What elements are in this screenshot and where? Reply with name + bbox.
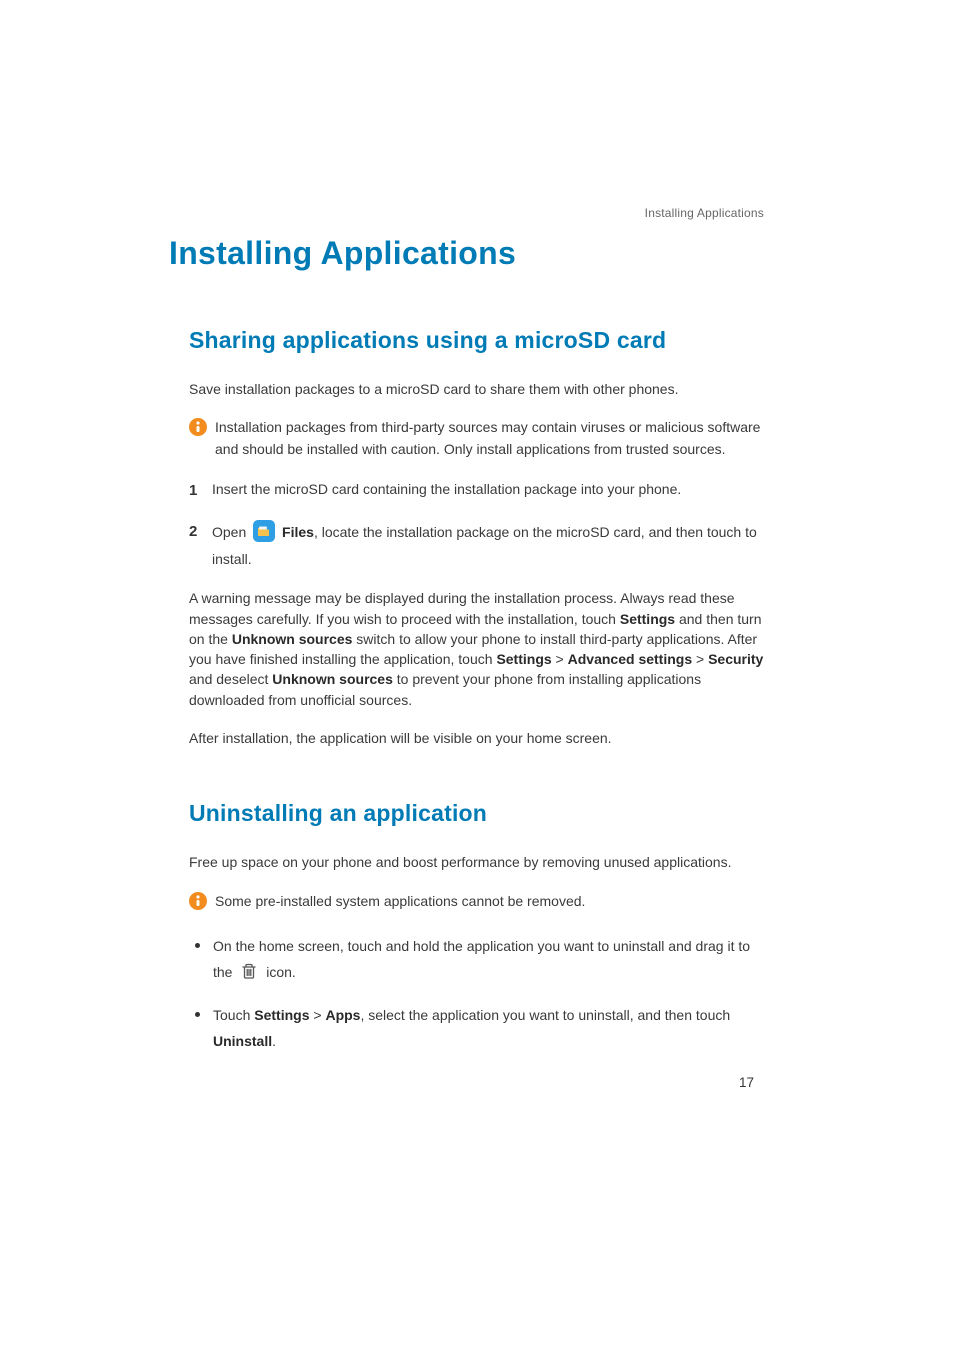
intro-text-2: Free up space on your phone and boost pe…	[189, 852, 767, 872]
bold-security: Security	[708, 651, 763, 667]
warn-text: and deselect	[189, 671, 272, 687]
breadcrumb-sep: >	[309, 1007, 325, 1023]
bullet-2-pre: Touch	[213, 1007, 254, 1023]
bullet-2: Touch Settings > Apps, select the applic…	[189, 1002, 767, 1055]
bold-unknown-sources: Unknown sources	[232, 631, 353, 647]
bold-settings: Settings	[254, 1007, 309, 1023]
step-2: 2 Open Files, locate the installation pa…	[189, 520, 767, 570]
info-text-2: Some pre-installed system applications c…	[215, 891, 585, 913]
bold-unknown-sources: Unknown sources	[272, 671, 393, 687]
bold-settings: Settings	[620, 611, 675, 627]
bullet-2-mid: , select the application you want to uni…	[360, 1007, 730, 1023]
info-icon	[189, 418, 207, 441]
files-app-icon	[253, 520, 275, 549]
section-heading-sharing: Sharing applications using a microSD car…	[189, 327, 767, 354]
step-1-text: Insert the microSD card containing the i…	[212, 479, 767, 501]
bullet-list: On the home screen, touch and hold the a…	[189, 933, 767, 1055]
step-number: 2	[189, 520, 201, 543]
page-number: 17	[739, 1075, 754, 1090]
page-title: Installing Applications	[169, 235, 767, 272]
steps-list: 1 Insert the microSD card containing the…	[189, 479, 767, 571]
step-2-pre: Open	[212, 524, 250, 540]
bullet-2-end: .	[272, 1033, 276, 1049]
step-1: 1 Insert the microSD card containing the…	[189, 479, 767, 502]
files-label: Files	[282, 524, 314, 540]
section-heading-uninstalling: Uninstalling an application	[189, 800, 767, 827]
info-text: Installation packages from third-party s…	[215, 417, 767, 460]
bullet-1-post: icon.	[266, 964, 296, 980]
bold-advanced-settings: Advanced settings	[568, 651, 692, 667]
warning-paragraph: A warning message may be displayed durin…	[189, 588, 767, 710]
page-content: Installing Applications Sharing applicat…	[189, 200, 767, 1067]
breadcrumb-sep: >	[692, 651, 708, 667]
step-2-text: Open Files, locate the installation pack…	[212, 520, 767, 570]
trash-icon	[239, 961, 259, 990]
breadcrumb-sep: >	[552, 651, 568, 667]
bold-uninstall: Uninstall	[213, 1033, 272, 1049]
step-number: 1	[189, 479, 201, 502]
bold-apps: Apps	[325, 1007, 360, 1023]
info-callout-2: Some pre-installed system applications c…	[189, 891, 767, 915]
intro-text: Save installation packages to a microSD …	[189, 379, 767, 399]
after-install-text: After installation, the application will…	[189, 728, 767, 748]
bold-settings: Settings	[496, 651, 551, 667]
bullet-1: On the home screen, touch and hold the a…	[189, 933, 767, 990]
info-icon	[189, 892, 207, 915]
info-callout: Installation packages from third-party s…	[189, 417, 767, 460]
